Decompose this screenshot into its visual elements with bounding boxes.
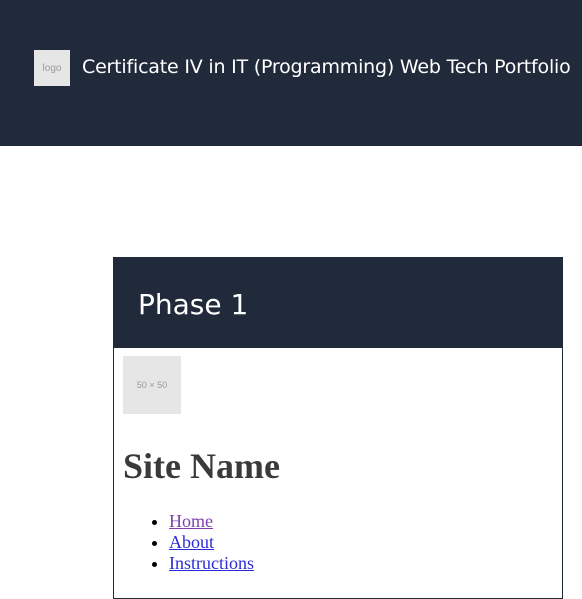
site-name-heading: Site Name (123, 446, 280, 486)
placeholder-image: 50 × 50 (123, 356, 181, 414)
phase-card: Phase 1 50 × 50 Site Name Home About Ins… (113, 257, 563, 599)
nav-link-instructions[interactable]: Instructions (169, 553, 254, 573)
nav-item-home: Home (169, 511, 562, 532)
card-body: 50 × 50 Site Name Home About Instruction… (114, 348, 562, 574)
nav-list: Home About Instructions (123, 511, 562, 574)
nav-link-home[interactable]: Home (169, 511, 213, 531)
nav-item-instructions: Instructions (169, 553, 562, 574)
nav-link-about[interactable]: About (169, 532, 214, 552)
card-title: Phase 1 (138, 288, 249, 321)
nav-item-about: About (169, 532, 562, 553)
site-header: logo Certificate IV in IT (Programming) … (0, 0, 582, 146)
card-header: Phase 1 (114, 258, 562, 348)
site-title: Certificate IV in IT (Programming) Web T… (82, 56, 571, 78)
logo[interactable]: logo (34, 50, 70, 86)
